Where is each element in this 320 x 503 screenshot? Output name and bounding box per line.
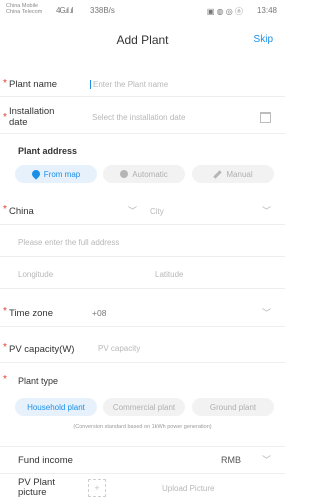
page-title: Add Plant	[116, 33, 169, 47]
upload-plus-icon[interactable]: +	[88, 479, 106, 497]
chevron-down-icon[interactable]: ﹀	[262, 453, 271, 466]
upload-picture-button[interactable]: Upload Picture	[162, 484, 214, 493]
full-address-input[interactable]: Please enter the full address	[18, 238, 119, 247]
installation-date-input[interactable]: Select the installation date	[92, 113, 185, 122]
plant-type-ground[interactable]: Ground plant	[192, 398, 274, 416]
clock: 13:48	[256, 6, 277, 15]
chevron-down-icon[interactable]: ﹀	[262, 306, 271, 319]
fund-income-row: Fund income RMB ﹀	[0, 446, 285, 474]
pv-capacity-input[interactable]: PV capacity	[98, 344, 140, 353]
required-marker: *	[3, 374, 7, 385]
plant-type-label: Plant type	[18, 376, 59, 386]
fund-income-label: Fund income	[18, 455, 73, 466]
currency-select[interactable]: RMB	[221, 455, 241, 465]
latitude-input[interactable]: Latitude	[155, 270, 183, 279]
installation-date-row: * Installation date Select the installat…	[0, 99, 285, 134]
country-city-row: * China ﹀ City ﹀	[0, 196, 285, 225]
address-mode-from-map[interactable]: From map	[15, 165, 97, 183]
time-zone-value[interactable]: +08	[92, 308, 106, 318]
pv-picture-row: PV Plant picture + Upload Picture	[0, 476, 285, 503]
calendar-icon[interactable]	[260, 112, 271, 123]
address-mode-automatic[interactable]: Automatic	[103, 165, 185, 183]
signal-icon: 4G.ıl .ıl	[56, 6, 73, 15]
required-marker: *	[3, 342, 7, 353]
city-select[interactable]: City	[150, 207, 164, 216]
longitude-input[interactable]: Longitude	[18, 270, 53, 279]
skip-button[interactable]: Skip	[254, 34, 273, 45]
coordinates-row: Longitude Latitude	[0, 260, 285, 289]
address-mode-manual[interactable]: Manual	[192, 165, 274, 183]
installation-date-label: Installation date	[9, 106, 55, 128]
pencil-icon	[213, 169, 223, 179]
network-speed: 338B/s	[90, 6, 115, 15]
time-zone-label: Time zone	[9, 308, 53, 319]
plant-address-label: Plant address	[18, 146, 78, 156]
status-icons: ▣ ◍ ◎ ⓝ	[206, 7, 243, 16]
status-bar: China Mobile China Telecom 4G.ıl .ıl 338…	[0, 0, 285, 22]
time-zone-row: * Time zone +08 ﹀	[0, 298, 285, 327]
title-bar: Add Plant Skip	[0, 28, 285, 58]
chevron-down-icon[interactable]: ﹀	[262, 204, 271, 217]
country-select[interactable]: China	[9, 206, 34, 217]
full-address-row: Please enter the full address	[0, 228, 285, 257]
required-marker: *	[3, 112, 7, 123]
carrier-info: China Mobile China Telecom	[6, 3, 42, 15]
plant-name-label: Plant name	[9, 79, 58, 90]
carrier-line-2: China Telecom	[6, 9, 43, 15]
conversion-note: (Conversion standard based on 1kWh power…	[73, 424, 212, 430]
location-pin-icon	[30, 168, 42, 180]
required-marker: *	[3, 306, 7, 317]
pv-picture-label: PV Plant picture	[18, 477, 55, 498]
pv-capacity-row: * PV capacity(W) PV capacity	[0, 334, 285, 363]
plant-type-household[interactable]: Household plant	[15, 398, 97, 416]
required-marker: *	[3, 204, 7, 215]
plant-name-input[interactable]: Enter the Plant name	[90, 80, 168, 89]
chevron-down-icon[interactable]: ﹀	[128, 204, 137, 217]
required-marker: *	[3, 78, 7, 89]
plant-type-commercial[interactable]: Commercial plant	[103, 398, 185, 416]
pv-capacity-label: PV capacity(W)	[9, 344, 75, 355]
locate-icon	[120, 170, 129, 178]
plant-name-row: * Plant name Enter the Plant name	[0, 70, 285, 97]
